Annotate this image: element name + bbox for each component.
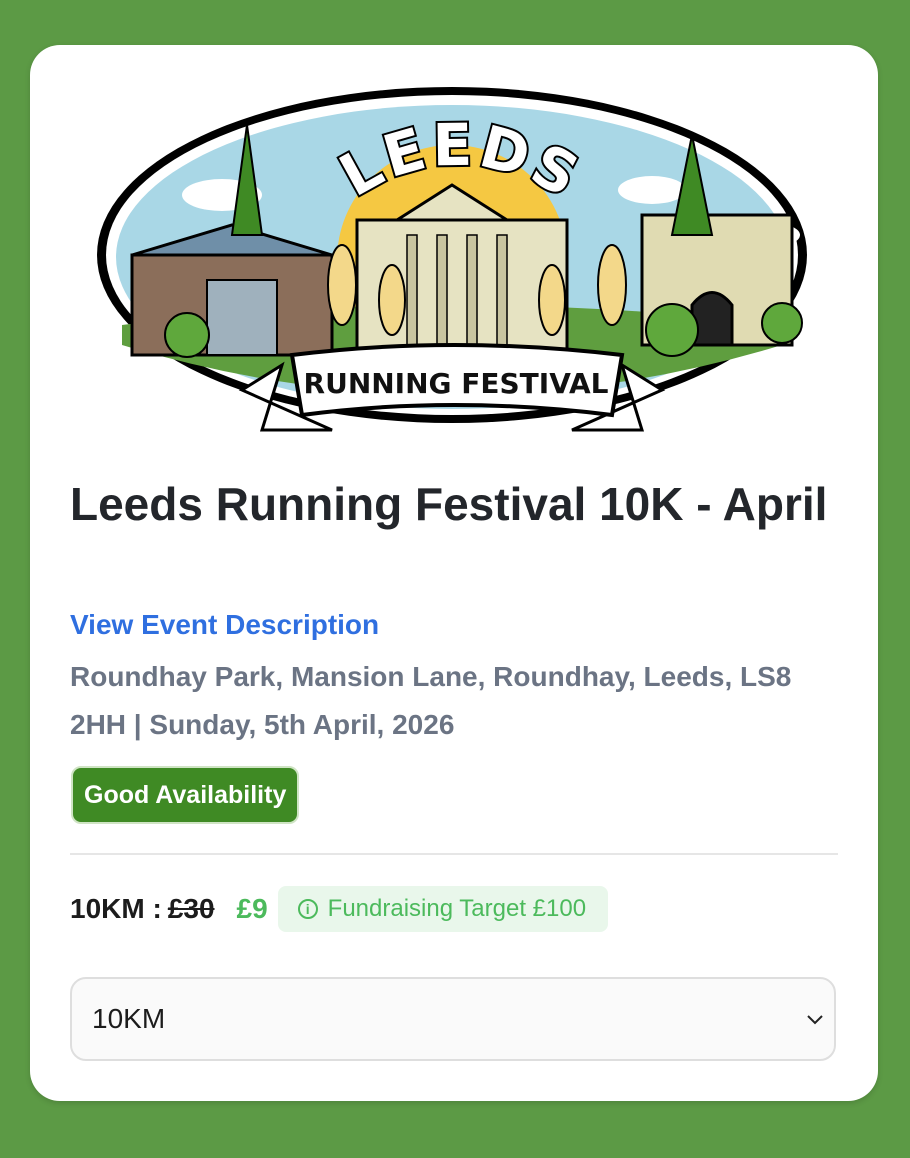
divider [70,853,838,855]
leeds-running-festival-logo: LEEDS RUNNING FESTIVAL [97,87,807,432]
logo-banner-text: RUNNING FESTIVAL [304,367,609,400]
view-event-description-link[interactable]: View Event Description [70,609,379,641]
distance-select[interactable]: 10KM [70,977,836,1061]
original-price: £30 [167,893,215,924]
chevron-down-icon [807,1015,823,1025]
event-card: LEEDS RUNNING FESTIVAL Leeds Running Fes… [30,45,878,1101]
distance-label: 10KM : [70,893,162,924]
price-row: 10KM : £30 £9 i Fundraising Target £100 [70,885,609,933]
fundraising-target-badge[interactable]: i Fundraising Target £100 [277,886,609,932]
info-icon: i [297,899,318,919]
event-title: Leeds Running Festival 10K - April [70,478,828,530]
event-location-date: Roundhay Park, Mansion Lane, Roundhay, L… [70,661,792,740]
fundraising-target-text: Fundraising Target £100 [327,895,587,922]
availability-badge: Good Availability [71,766,300,824]
distance-select-value: 10KM [92,1003,166,1034]
discounted-price: £9 [236,893,268,924]
